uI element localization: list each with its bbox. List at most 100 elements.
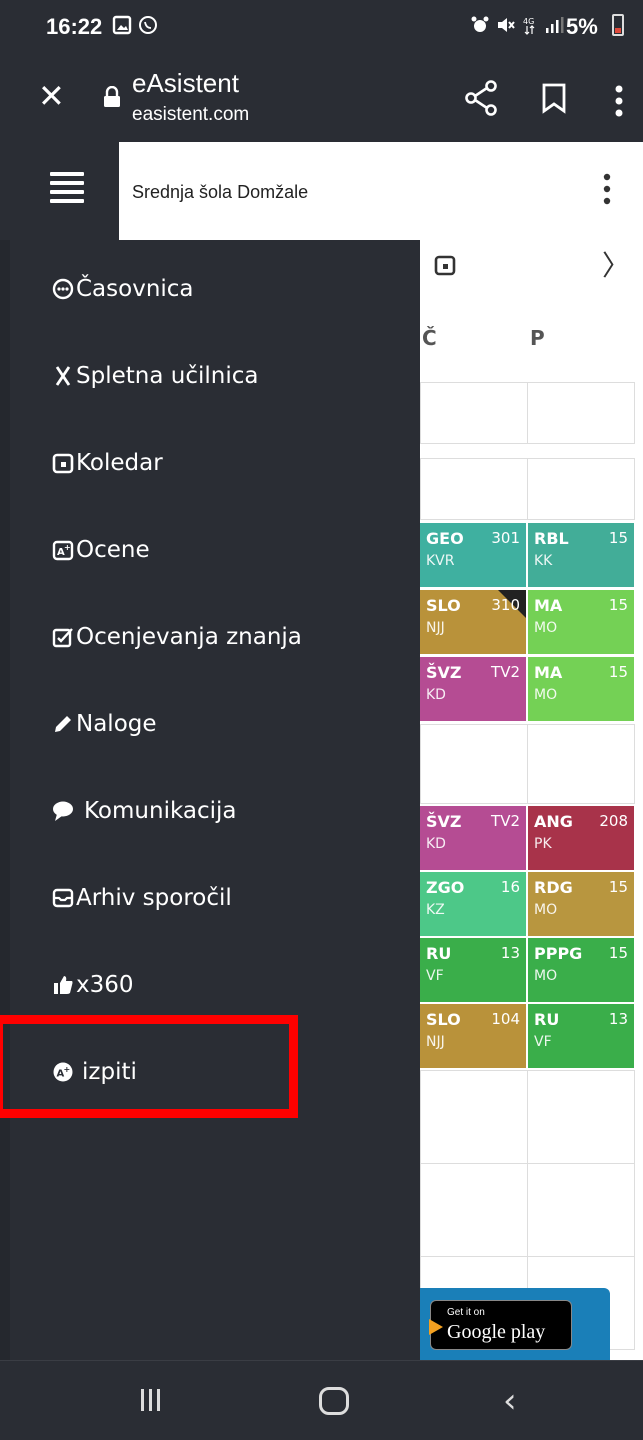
timetable: 〉 Č P GEO 301 KVR RBL 15 KK SLO 310 NJJ MA 15 MO… [420,240,643,1360]
lesson-room: 15 [608,529,628,547]
lesson-teacher: KD [426,836,446,852]
lesson-teacher: MO [534,968,558,984]
close-icon[interactable]: ✕ [38,80,65,112]
school-name: Srednja šola Domžale [132,182,309,202]
pencil-icon [55,716,71,732]
menu-item-label: x360 [76,972,134,998]
lesson-room: TV2 [491,663,520,681]
lesson-subject: RBL [534,529,569,548]
lesson-teacher: KZ [426,902,445,918]
menu-item-label: Spletna učilnica [76,363,259,389]
lesson-cell[interactable]: ŠVZ TV2 KD [420,806,526,870]
menu-item-arhiv-sporocil[interactable]: Arhiv sporočil [0,869,420,929]
lesson-subject: ZGO [426,878,465,897]
lesson-cell[interactable]: MA 15 MO [528,657,634,721]
google-play-badge[interactable]: Get it on Google play [429,1300,572,1350]
lesson-cell[interactable]: RU 13 VF [528,1004,634,1068]
more-vert-icon[interactable] [614,84,624,118]
empty-cell [420,458,528,520]
lesson-room: 15 [608,596,628,614]
lesson-cell[interactable]: PPPG 15 MO [528,938,634,1002]
hamburger-icon[interactable] [50,172,84,204]
menu-item-komunikacija[interactable]: Komunikacija [0,782,420,842]
menu-item-label: Ocenjevanja znanja [76,624,302,650]
calendar-picker-icon[interactable] [434,254,456,276]
x-icon [55,366,71,386]
lesson-teacher: MO [534,687,558,703]
lesson-room: 16 [500,878,520,896]
lesson-cell[interactable]: RU 13 VF [420,938,526,1002]
share-icon[interactable] [464,80,498,116]
browser-url[interactable]: easistent.com [132,104,249,126]
lesson-subject: MA [534,663,563,682]
lesson-cell[interactable]: ŠVZ TV2 KD [420,657,526,721]
lesson-cell[interactable]: ZGO 16 KZ [420,872,526,936]
menu-item-label: Koledar [76,450,163,476]
lesson-room: 13 [608,1010,628,1028]
recent-apps-button[interactable] [141,1389,165,1413]
lesson-teacher: NJJ [426,620,445,636]
menu-item-koledar[interactable]: Koledar [0,434,420,494]
thumbs-icon [54,976,73,994]
lesson-room: 13 [500,944,520,962]
battery-icon [612,14,624,36]
network-4g-icon: 4G [523,17,535,35]
lesson-teacher: NJJ [426,1034,445,1050]
lesson-subject: ANG [534,812,573,831]
lesson-subject: RU [534,1010,560,1029]
svg-text:+: + [64,543,71,552]
lesson-cell[interactable]: RDG 15 MO [528,872,634,936]
lesson-cell[interactable]: SLO 104 NJJ [420,1004,526,1068]
home-button[interactable] [319,1387,349,1415]
menu-item-label: Ocene [76,537,150,563]
menu-item-ocene[interactable]: A + Ocene [0,521,420,581]
gallery-icon [112,15,132,35]
empty-cell [527,724,635,804]
empty-cell [420,724,528,804]
menu-item-label: Komunikacija [84,798,237,824]
menu-item-naloge[interactable]: Naloge [0,695,420,755]
lesson-cell[interactable]: RBL 15 KK [528,523,634,587]
clock-dots-icon [52,278,74,300]
lesson-subject: SLO [426,1010,461,1029]
lesson-subject: RU [426,944,452,963]
play-badge-caption: Get it on [447,1307,485,1318]
lock-icon [104,86,120,107]
lesson-teacher: MO [534,620,558,636]
day-header-thu: Č [422,326,437,350]
lesson-teacher: KK [534,553,553,569]
empty-cell [420,382,528,444]
side-drawer: Časovnica Spletna učilnica Koledar A + Oc… [0,240,420,1360]
checkbox-edit-icon [52,628,73,648]
lesson-cell[interactable]: MA 15 MO [528,590,634,654]
lesson-subject: MA [534,596,563,615]
menu-item-x360[interactable]: x360 [0,956,420,1016]
menu-item-spletna-ucilnica[interactable]: Spletna učilnica [0,347,420,407]
lesson-teacher: KVR [426,553,455,569]
menu-item-casovnica[interactable]: Časovnica [0,260,420,320]
back-button[interactable]: ‹ [503,1381,517,1421]
day-header-fri: P [530,326,545,350]
lesson-room: 15 [608,944,628,962]
lesson-subject: ŠVZ [426,812,462,831]
header-more-icon[interactable] [603,172,611,206]
lesson-subject: RDG [534,878,573,897]
lesson-room: 301 [491,529,520,547]
menu-item-ocenjevanja-znanja[interactable]: Ocenjevanja znanja [0,608,420,668]
empty-cell [527,382,635,444]
lesson-cell[interactable]: SLO 310 NJJ [420,590,526,654]
bookmark-icon[interactable] [541,82,567,114]
browser-toolbar: ✕ eAsistent easistent.com [0,56,643,142]
lesson-cell[interactable]: ANG 208 PK [528,806,634,870]
whatsapp-icon [139,16,157,34]
empty-cell [527,458,635,520]
next-week-icon[interactable]: 〉 [602,244,630,284]
lesson-subject: GEO [426,529,464,548]
app-store-banner[interactable]: Get it on Google play [420,1288,610,1360]
lesson-cell[interactable]: GEO 301 KVR [420,523,526,587]
menu-toggle[interactable] [0,142,119,240]
lesson-room: 310 [491,596,520,614]
google-play-icon [429,1319,443,1335]
lesson-room: 15 [608,878,628,896]
alarm-icon [471,16,489,32]
